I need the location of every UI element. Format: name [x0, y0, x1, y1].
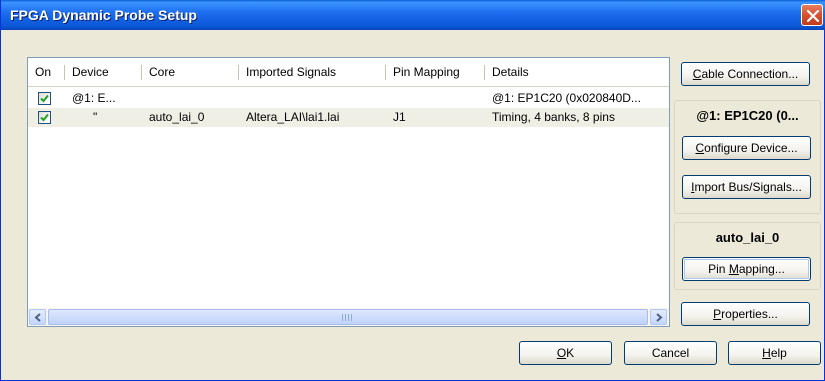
- scroll-right-button[interactable]: [650, 309, 667, 325]
- pin-mapping-button[interactable]: Pin Mapping...: [682, 257, 811, 281]
- title-bar[interactable]: FPGA Dynamic Probe Setup: [1, 0, 825, 30]
- arrow-left-icon: [34, 313, 41, 322]
- column-header-pin-mapping[interactable]: Pin Mapping: [386, 58, 484, 86]
- core-group-title: auto_lai_0: [715, 230, 780, 245]
- cell-details: @1: EP1C20 (0x020840D...: [492, 91, 641, 105]
- cable-connection-button[interactable]: Cable Connection...: [681, 62, 810, 86]
- cell-imported-signals: [239, 89, 385, 108]
- cell-core: auto_lai_0: [149, 110, 205, 124]
- cell-core: [142, 89, 238, 108]
- cell-imported-signals: Altera_LAI\lai1.lai: [246, 110, 340, 124]
- configure-device-button[interactable]: Configure Device...: [682, 136, 811, 160]
- cell-details: Timing, 4 banks, 8 pins: [492, 110, 615, 124]
- table-row[interactable]: @1: E... @1: EP1C20 (0x020840D...: [28, 89, 669, 108]
- arrow-right-icon: [656, 313, 663, 322]
- help-button[interactable]: Help: [728, 341, 821, 365]
- list-header: On Device Core Imported Signals Pin Mapp…: [28, 58, 669, 87]
- column-header-on[interactable]: On: [28, 58, 64, 86]
- cancel-button[interactable]: Cancel: [624, 341, 717, 365]
- scroll-left-button[interactable]: [29, 309, 46, 325]
- window-title: FPGA Dynamic Probe Setup: [10, 7, 197, 23]
- device-group-title: @1: EP1C20 (0...: [696, 108, 799, 123]
- device-group: @1: EP1C20 (0... Configure Device... Imp…: [674, 100, 821, 214]
- checkmark-icon: [40, 94, 49, 103]
- table-row[interactable]: " auto_lai_0 Altera_LAI\lai1.lai J1 Timi…: [28, 108, 669, 127]
- row-checkbox[interactable]: [38, 92, 51, 105]
- horizontal-scrollbar[interactable]: [28, 308, 669, 326]
- device-list[interactable]: On Device Core Imported Signals Pin Mapp…: [27, 57, 670, 327]
- column-header-imported-signals[interactable]: Imported Signals: [239, 58, 385, 86]
- import-bus-signals-button[interactable]: Import Bus/Signals...: [682, 175, 811, 199]
- cell-pin-mapping: J1: [393, 110, 406, 124]
- core-group: auto_lai_0 Pin Mapping...: [674, 222, 821, 290]
- ok-button[interactable]: OK: [519, 341, 612, 365]
- close-button[interactable]: [801, 4, 823, 26]
- scroll-thumb[interactable]: [48, 309, 648, 325]
- column-header-details[interactable]: Details: [485, 58, 669, 86]
- properties-button[interactable]: Properties...: [681, 302, 810, 326]
- scroll-grip: [342, 314, 354, 321]
- column-header-device[interactable]: Device: [65, 58, 141, 86]
- row-checkbox[interactable]: [38, 111, 51, 124]
- cell-pin-mapping: [386, 89, 484, 108]
- dialog-window: FPGA Dynamic Probe Setup On Device Core …: [0, 0, 825, 381]
- checkmark-icon: [40, 113, 49, 122]
- cell-device: ": [93, 110, 98, 124]
- column-header-core[interactable]: Core: [142, 58, 238, 86]
- cell-device: @1: E...: [72, 91, 116, 105]
- close-icon: [807, 10, 819, 22]
